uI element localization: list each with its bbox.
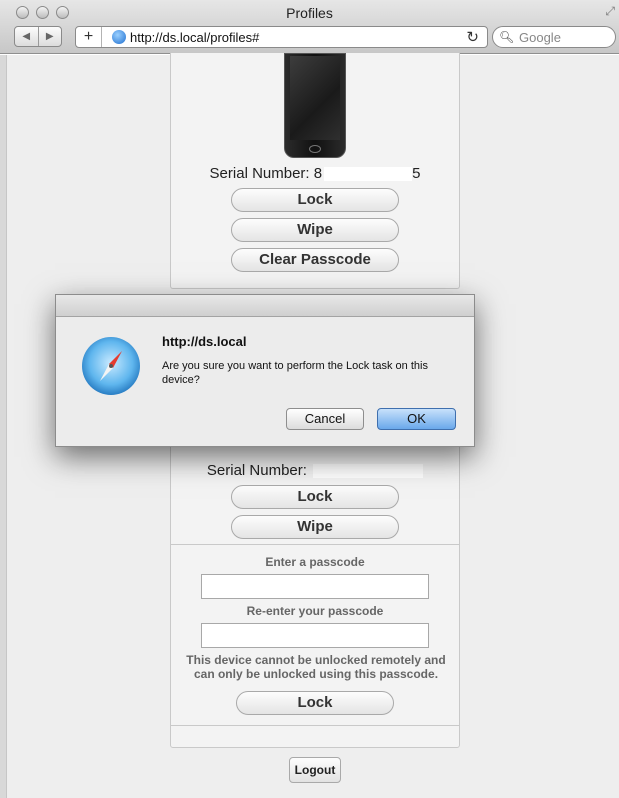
reenter-passcode-input[interactable]	[201, 623, 429, 648]
lock-with-passcode-button[interactable]: Lock	[236, 691, 394, 715]
window-title: Profiles	[286, 5, 333, 21]
logout-button[interactable]: Logout	[289, 757, 341, 783]
serial-number-bottom: Serial Number:	[171, 462, 459, 479]
serial-label: Serial Number:	[209, 165, 310, 182]
wipe-button[interactable]: Wipe	[231, 515, 399, 539]
forward-button[interactable]: ▶	[39, 27, 62, 46]
dialog-message: Are you sure you want to perform the Loc…	[162, 360, 428, 386]
phone-screen	[290, 56, 340, 140]
fullscreen-icon[interactable]: ⤢	[605, 4, 615, 19]
passcode-input[interactable]	[201, 574, 429, 599]
back-forward-buttons: ◀ ▶	[14, 26, 62, 47]
serial-label: Serial Number:	[206, 462, 307, 479]
add-bookmark-button[interactable]: +	[76, 27, 102, 47]
search-placeholder: Google	[519, 30, 561, 45]
serial-number-top: Serial Number: 8 5	[171, 165, 459, 182]
globe-icon	[112, 30, 126, 44]
serial-redaction	[313, 464, 424, 479]
ok-button[interactable]: OK	[377, 408, 456, 430]
iphone-image	[284, 53, 346, 158]
confirm-dialog: http://ds.local Are you sure you want to…	[55, 294, 475, 447]
lock-button[interactable]: Lock	[231, 485, 399, 509]
divider	[171, 725, 459, 726]
browser-toolbar: Profiles ⤢ ◀ ▶ + http://ds.local/profile…	[0, 0, 619, 54]
unlock-note: This device cannot be unlocked remotely …	[186, 653, 446, 681]
url-text[interactable]: http://ds.local/profiles#	[130, 30, 259, 45]
dialog-titlebar	[56, 295, 474, 317]
page-edge	[0, 55, 7, 798]
serial-prefix: 8	[313, 165, 323, 182]
divider	[171, 544, 459, 545]
serial-suffix: 5	[412, 165, 421, 182]
cancel-button[interactable]: Cancel	[286, 408, 364, 430]
clear-passcode-button[interactable]: Clear Passcode	[231, 248, 399, 272]
back-button[interactable]: ◀	[15, 27, 39, 46]
dialog-title: http://ds.local	[162, 334, 247, 349]
passcode-label: Enter a passcode	[265, 555, 365, 569]
safari-compass-icon	[82, 337, 140, 395]
wipe-button[interactable]: Wipe	[231, 218, 399, 242]
reload-icon[interactable]: ↻	[466, 28, 479, 46]
reenter-passcode-label: Re-enter your passcode	[246, 604, 384, 618]
search-icon: 🔍︎	[499, 30, 515, 44]
search-field[interactable]: 🔍︎ Google	[492, 26, 616, 48]
serial-redaction	[324, 167, 413, 182]
address-bar[interactable]: + http://ds.local/profiles# ↻	[75, 26, 488, 48]
device-panel-top: Serial Number: 8 5 Lock Wipe Clear Passco…	[170, 53, 460, 289]
phone-home-button	[309, 145, 321, 153]
lock-button[interactable]: Lock	[231, 188, 399, 212]
